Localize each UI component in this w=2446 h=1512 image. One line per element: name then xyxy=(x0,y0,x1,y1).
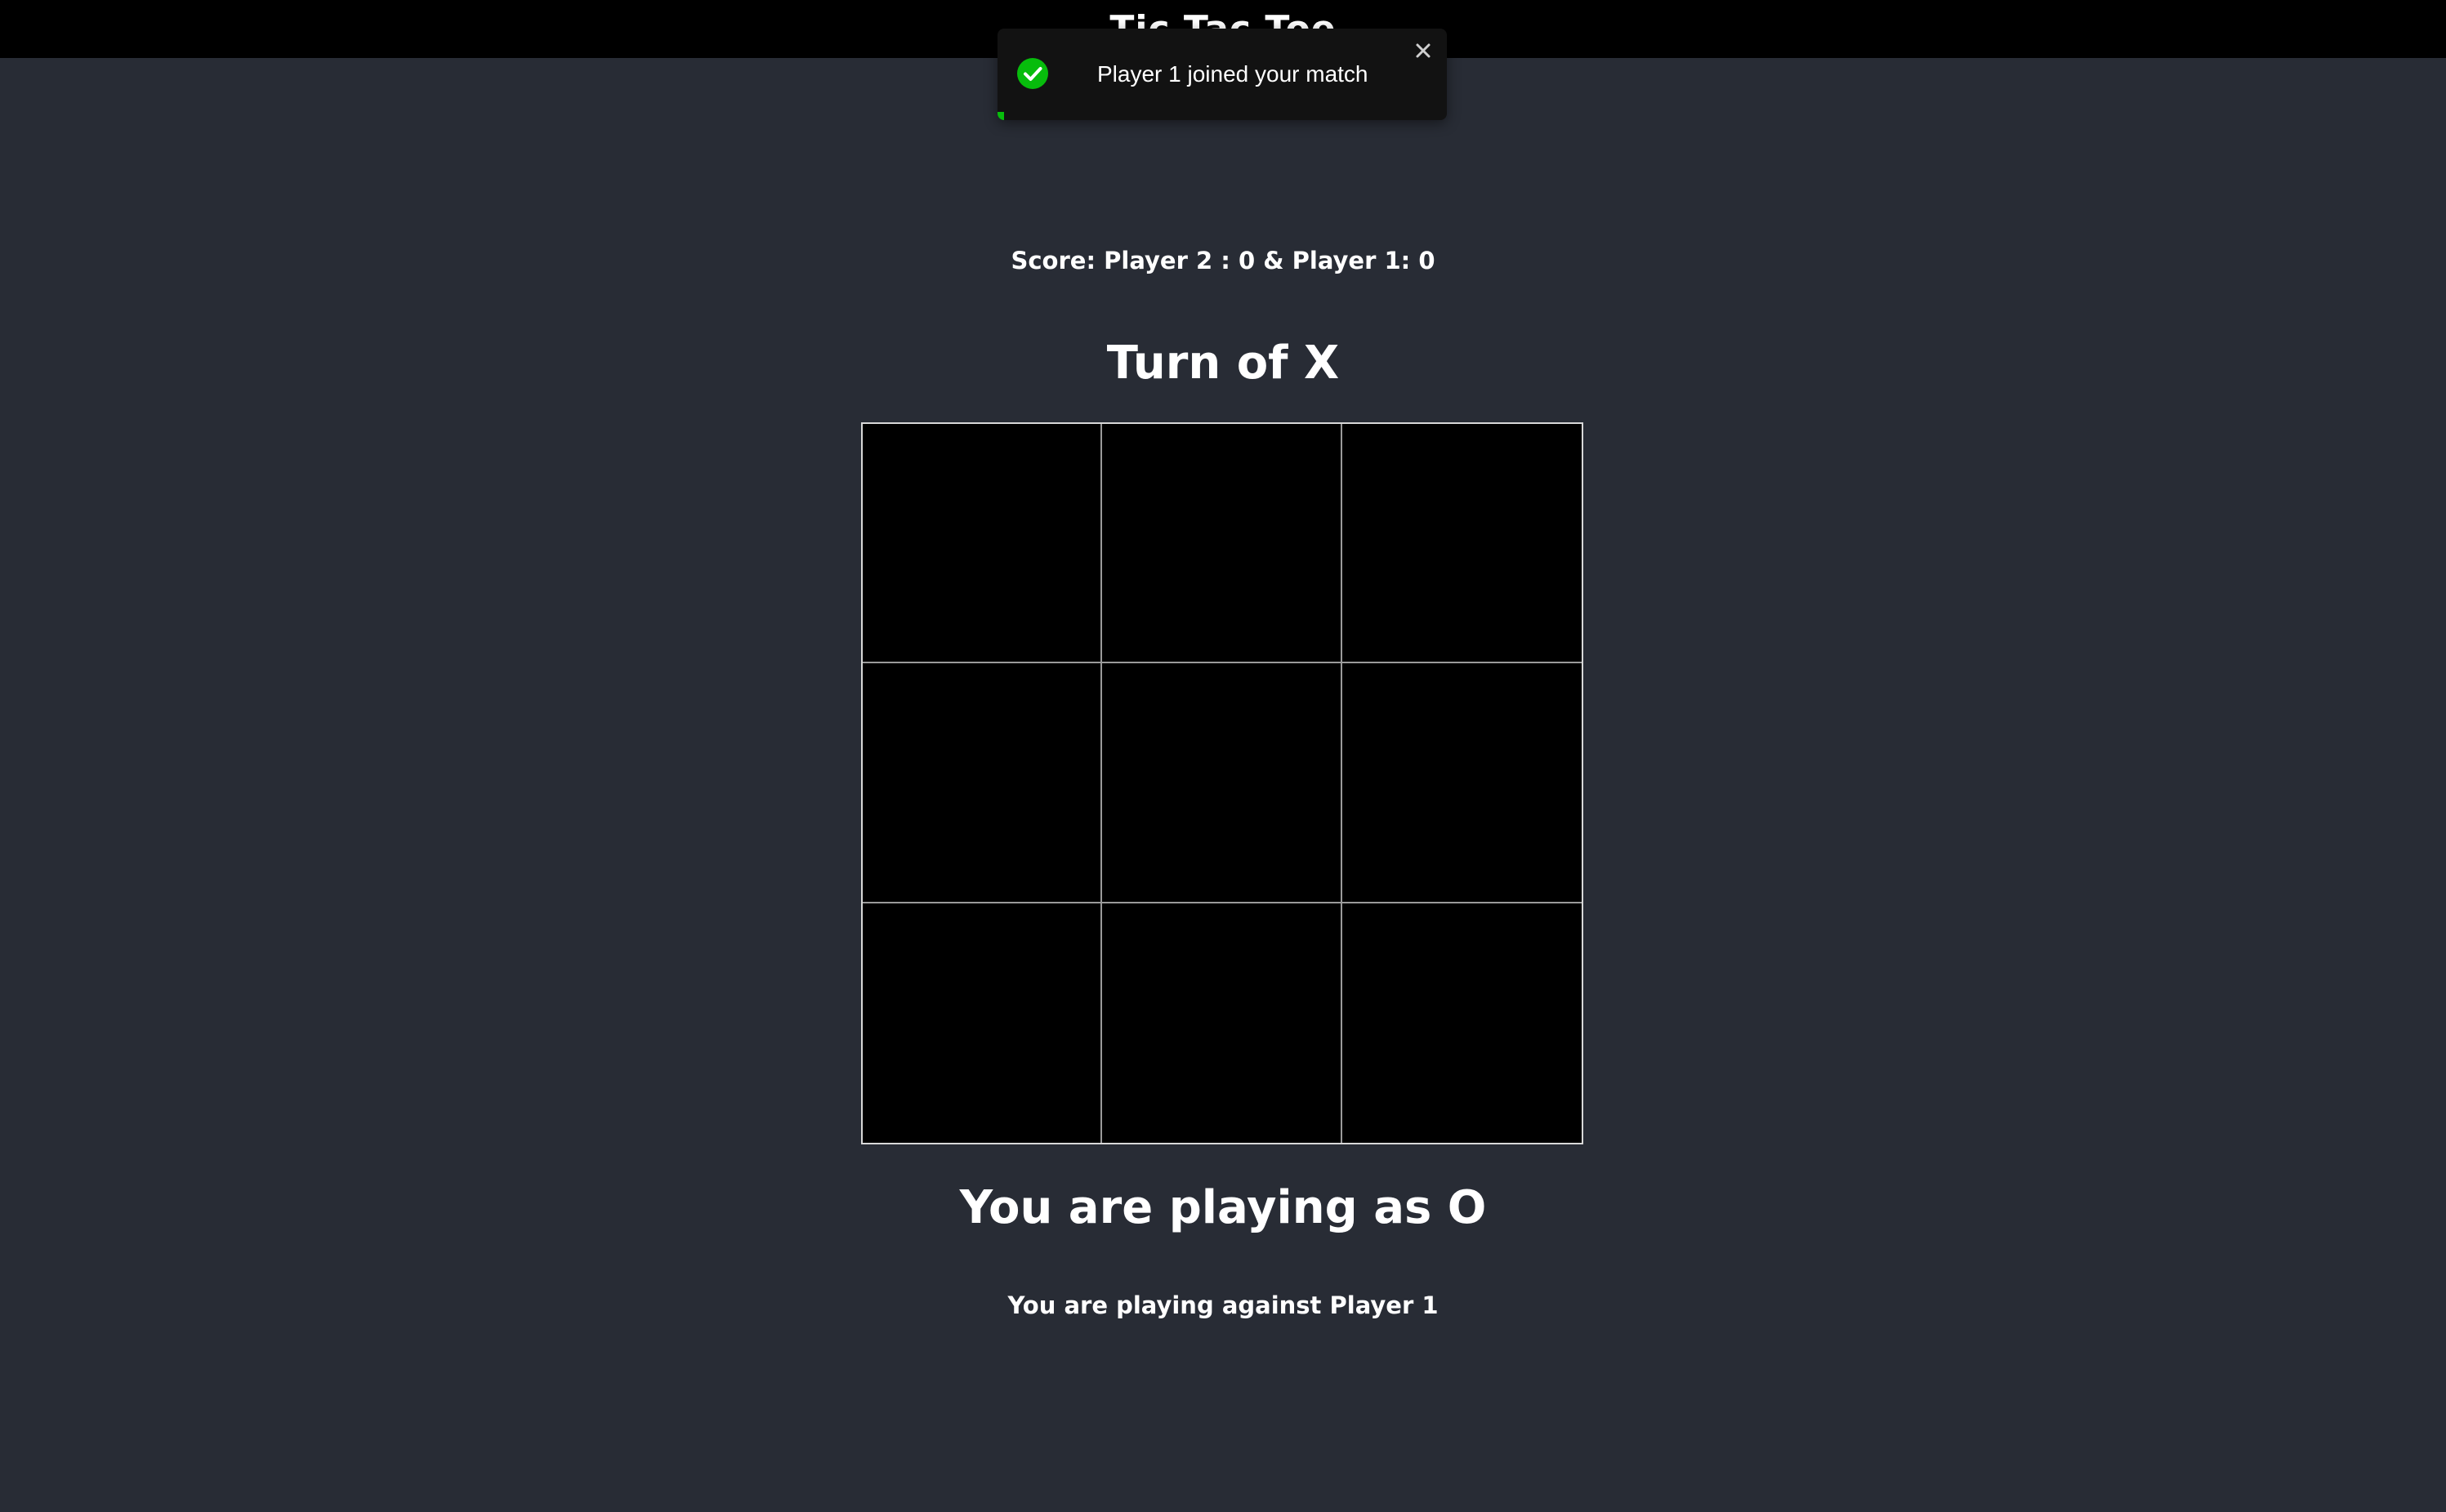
score-text: Score: Player 2 : 0 & Player 1: 0 xyxy=(1011,247,1435,274)
board-cell[interactable] xyxy=(863,663,1103,903)
game-board xyxy=(861,422,1583,1144)
board-cell[interactable] xyxy=(1102,424,1342,664)
opponent-text: You are playing against Player 1 xyxy=(1007,1291,1439,1319)
toast-message: Player 1 joined your match xyxy=(1097,61,1368,87)
board-cell[interactable] xyxy=(863,903,1103,1143)
toast-progress-bar xyxy=(998,112,1005,120)
check-circle-icon xyxy=(1017,58,1048,89)
board-cell[interactable] xyxy=(1102,663,1342,903)
board-cell[interactable] xyxy=(1341,663,1582,903)
board-cell[interactable] xyxy=(1341,903,1582,1143)
board-cell[interactable] xyxy=(863,424,1103,664)
notification-toast[interactable]: Player 1 joined your match xyxy=(998,29,1447,120)
player-symbol-text: You are playing as O xyxy=(959,1181,1487,1234)
board-cell[interactable] xyxy=(1341,424,1582,664)
board-cell[interactable] xyxy=(1102,903,1342,1143)
close-icon[interactable] xyxy=(1411,38,1435,63)
turn-indicator: Turn of X xyxy=(1106,337,1340,390)
